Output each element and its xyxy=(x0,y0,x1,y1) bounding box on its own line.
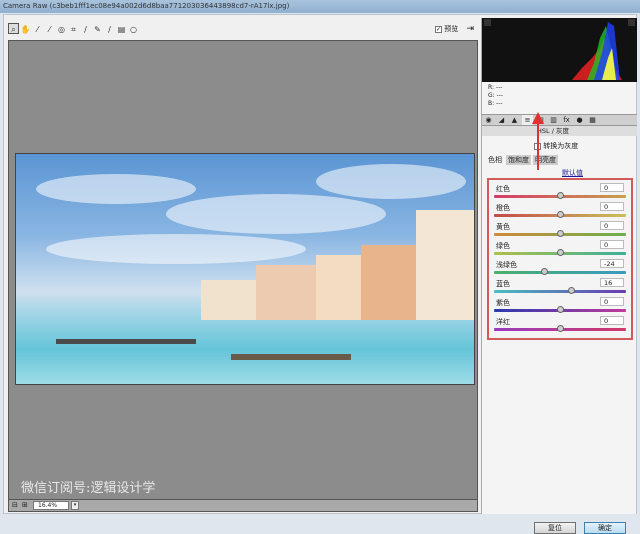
zoom-in-icon[interactable]: ⊞ xyxy=(22,501,28,509)
slider-row: 紫色 0 xyxy=(494,296,626,315)
slider-track[interactable] xyxy=(494,290,626,293)
annotation-arrow-icon xyxy=(532,112,544,170)
slider-value-input[interactable]: 0 xyxy=(600,221,624,230)
slider-label: 紫色 xyxy=(496,299,510,307)
histogram xyxy=(482,18,637,82)
basic-tab-icon[interactable]: ◉ xyxy=(483,115,494,125)
preview-label: 预览 xyxy=(444,25,459,33)
highlight-clipping-icon xyxy=(628,19,635,26)
red-eye-tool-icon[interactable]: ∕ xyxy=(104,24,115,35)
hsl-subtabs: 色相 饱和度 明亮度 xyxy=(486,155,560,165)
slider-value-input[interactable]: 0 xyxy=(600,202,624,211)
camera-calibration-tab-icon[interactable]: ● xyxy=(574,115,585,125)
preview-toggle[interactable]: ✓ 预览 ⇥ xyxy=(434,24,474,34)
shadow-clipping-icon xyxy=(484,19,491,26)
slider-thumb[interactable] xyxy=(557,230,564,237)
slider-track[interactable] xyxy=(494,271,626,274)
defaults-link[interactable]: 默认值 xyxy=(562,168,583,178)
fullscreen-icon[interactable]: ⇥ xyxy=(466,24,474,34)
detail-tab-icon[interactable]: ▲ xyxy=(509,115,520,125)
slider-row: 蓝色 16 xyxy=(494,277,626,296)
slider-label: 绿色 xyxy=(496,242,510,250)
tab-hue[interactable]: 色相 xyxy=(486,155,504,165)
slider-value-input[interactable]: -24 xyxy=(600,259,624,268)
tone-curve-tab-icon[interactable]: ◢ xyxy=(496,115,507,125)
preferences-tool-icon[interactable]: ▤ xyxy=(116,24,127,35)
spot-removal-tool-icon[interactable]: ✎ xyxy=(92,24,103,35)
crop-tool-icon[interactable]: ⌗ xyxy=(68,24,79,35)
rgb-readout: R: --- G: --- B: --- xyxy=(488,84,503,108)
fx-tab-icon[interactable]: fx xyxy=(561,115,572,125)
ok-button[interactable]: 确定 xyxy=(584,522,626,534)
zoom-tool-icon[interactable]: ⌕ xyxy=(8,23,19,34)
slider-row: 洋红 0 xyxy=(494,315,626,334)
white-balance-tool-icon[interactable]: ⁄ xyxy=(32,24,43,35)
slider-thumb[interactable] xyxy=(557,192,564,199)
slider-value-input[interactable]: 0 xyxy=(600,240,624,249)
readout-g: G: --- xyxy=(488,92,504,99)
slider-thumb[interactable] xyxy=(557,325,564,332)
window-title: Camera Raw (c3beb1fff1ec08e94a002d6d8baa… xyxy=(0,0,640,13)
rotate-tool-icon[interactable]: ○ xyxy=(128,24,139,35)
slider-label: 黄色 xyxy=(496,223,510,231)
presets-tab-icon[interactable]: ▦ xyxy=(587,115,598,125)
zoom-out-icon[interactable]: ⊟ xyxy=(12,501,18,509)
slider-value-input[interactable]: 0 xyxy=(600,297,624,306)
hand-tool-icon[interactable]: ✋ xyxy=(20,24,31,35)
slider-thumb[interactable] xyxy=(557,211,564,218)
slider-thumb[interactable] xyxy=(557,249,564,256)
readout-b: B: --- xyxy=(488,100,503,107)
toolbar: ⌕ ✋ ⁄ ⁄ ◎ ⌗ ∕ ✎ ∕ ▤ ○ ✓ 预览 ⇥ xyxy=(8,18,478,40)
slider-row: 橙色 0 xyxy=(494,201,626,220)
straighten-tool-icon[interactable]: ∕ xyxy=(80,24,91,35)
image-canvas[interactable]: 微信订阅号:逻辑设计学 xyxy=(8,40,478,500)
zoom-level-field[interactable]: 16.4% xyxy=(33,501,69,510)
slider-value-input[interactable]: 16 xyxy=(600,278,624,287)
slider-value-input[interactable]: 0 xyxy=(600,316,624,325)
watermark-text: 微信订阅号:逻辑设计学 xyxy=(21,481,156,496)
slider-thumb[interactable] xyxy=(557,306,564,313)
target-adjust-tool-icon[interactable]: ◎ xyxy=(56,24,67,35)
slider-row: 黄色 0 xyxy=(494,220,626,239)
slider-label: 浅绿色 xyxy=(496,261,517,269)
slider-row: 浅绿色 -24 xyxy=(494,258,626,277)
lens-tab-icon[interactable]: ▥ xyxy=(548,115,559,125)
section-title: HSL / 灰度 xyxy=(482,126,637,136)
photo-preview xyxy=(15,153,475,385)
hue-sliders: 红色 0 橙色 0 黄色 0 绿色 0 浅绿色 -24 蓝色 16 紫色 0 洋… xyxy=(487,178,633,340)
slider-label: 蓝色 xyxy=(496,280,510,288)
panel-tabs: ◉◢▲≡▤▥fx●▦ xyxy=(482,114,637,126)
slider-row: 绿色 0 xyxy=(494,239,626,258)
adjustment-panel: R: --- G: --- B: --- ◉◢▲≡▤▥fx●▦ HSL / 灰度… xyxy=(481,18,637,514)
zoom-dropdown-icon[interactable]: ▾ xyxy=(71,501,79,510)
slider-value-input[interactable]: 0 xyxy=(600,183,624,192)
reset-button[interactable]: 复位 xyxy=(534,522,576,534)
slider-label: 洋红 xyxy=(496,318,510,326)
slider-row: 红色 0 xyxy=(494,182,626,201)
grayscale-label: 转换为灰度 xyxy=(543,142,579,150)
checkbox-checked-icon[interactable]: ✓ xyxy=(434,25,442,33)
readout-r: R: --- xyxy=(488,84,503,91)
slider-thumb[interactable] xyxy=(567,287,575,294)
slider-label: 红色 xyxy=(496,185,510,193)
zoom-bar: ⊟ ⊞ 16.4% ▾ xyxy=(8,500,478,512)
color-sampler-tool-icon[interactable]: ⁄ xyxy=(44,24,55,35)
slider-label: 橙色 xyxy=(496,204,510,212)
